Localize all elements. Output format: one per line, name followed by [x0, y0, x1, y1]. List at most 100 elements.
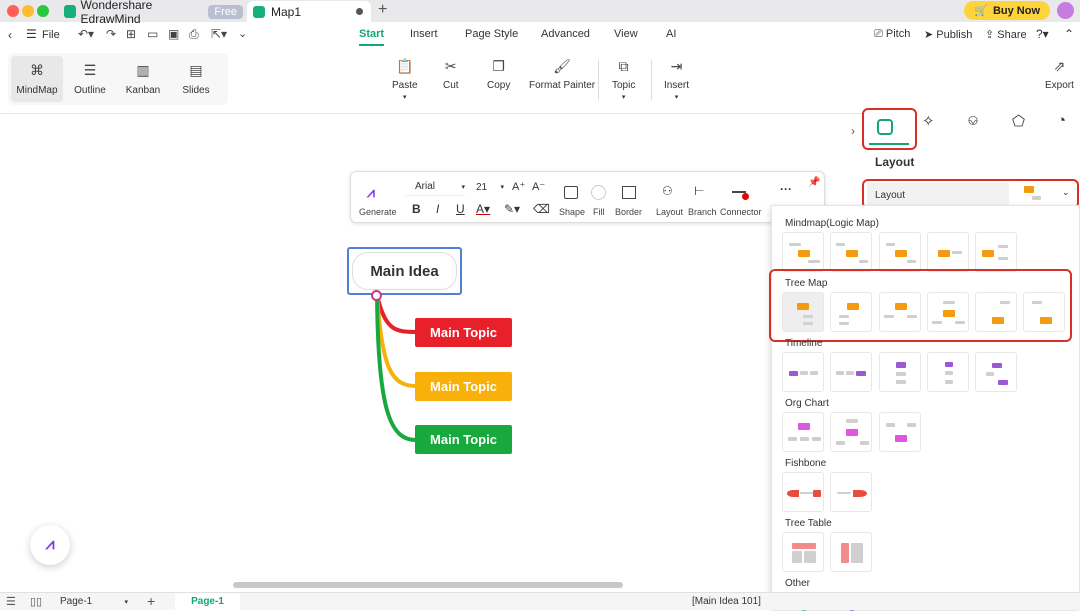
layout-thumb[interactable] — [927, 292, 969, 332]
layout-thumb[interactable] — [782, 292, 824, 332]
border-icon[interactable] — [622, 186, 636, 199]
collapse-branch-icon[interactable] — [371, 290, 382, 301]
layout-thumb[interactable] — [830, 232, 872, 272]
ai-generate-icon[interactable]: ⩘ — [367, 184, 375, 201]
main-topic-node[interactable]: Main Topic — [415, 372, 512, 401]
copy-button[interactable]: ❐ Copy — [487, 58, 510, 91]
layout-icon[interactable]: ⚇ — [662, 184, 673, 198]
decrease-font-icon[interactable]: A⁻ — [532, 180, 545, 193]
branch-label[interactable]: Branch — [688, 207, 717, 217]
insert-button[interactable]: ⇥ Insert ▾ — [664, 58, 689, 101]
increase-font-icon[interactable]: A⁺ — [512, 180, 525, 193]
kanban-view-button[interactable]: ▥ Kanban — [117, 56, 169, 102]
close-window-button[interactable] — [7, 5, 19, 17]
minimize-window-button[interactable] — [22, 5, 34, 17]
horizontal-scrollbar[interactable] — [233, 582, 623, 588]
sparkle-style-icon[interactable]: ✧ — [922, 112, 935, 130]
generate-label[interactable]: Generate — [359, 207, 397, 217]
ai-assistant-button[interactable]: ⩘ — [30, 525, 70, 565]
layout-thumb[interactable] — [782, 232, 824, 272]
page-tab[interactable]: Page-1 — [175, 593, 240, 610]
back-chevron-icon[interactable]: ‹ — [8, 28, 12, 42]
main-topic-node[interactable]: Main Topic — [415, 425, 512, 454]
redo-icon[interactable]: ↷ — [106, 27, 116, 41]
fill-icon[interactable] — [591, 185, 606, 200]
export-button[interactable]: ⇗ Export — [1045, 58, 1074, 91]
bold-icon[interactable]: B — [412, 202, 421, 216]
underline-icon[interactable]: U — [456, 202, 465, 216]
italic-icon[interactable]: I — [436, 202, 439, 216]
page-selector[interactable]: Page-1 ▾ — [54, 593, 132, 610]
shape-label[interactable]: Shape — [559, 207, 585, 217]
unsaved-dot-icon[interactable] — [356, 8, 363, 15]
tab-page-style[interactable]: Page Style — [465, 28, 518, 40]
main-topic-node[interactable]: Main Topic — [415, 318, 512, 347]
layout-thumb[interactable] — [879, 292, 921, 332]
tab-view[interactable]: View — [614, 28, 638, 40]
file-menu[interactable]: File — [42, 29, 60, 41]
layout-thumb[interactable] — [975, 232, 1017, 272]
layout-thumb[interactable] — [975, 352, 1017, 392]
layout-thumb[interactable] — [830, 532, 872, 572]
layout-thumb[interactable] — [782, 352, 824, 392]
highlight-icon[interactable]: ✎▾ — [504, 202, 520, 216]
undo-icon[interactable]: ↶▾ — [78, 27, 94, 41]
layout-thumb[interactable] — [830, 352, 872, 392]
menu-lines-icon[interactable]: ☰ — [26, 27, 37, 41]
layout-thumb[interactable] — [830, 412, 872, 452]
paste-button[interactable]: 📋 Paste ▾ — [392, 58, 418, 101]
layout-label[interactable]: Layout — [656, 207, 683, 217]
tab-start[interactable]: Start — [359, 28, 385, 46]
collapse-panel-chevron-icon[interactable]: › — [851, 124, 855, 138]
branch-icon[interactable]: ⊢ — [694, 184, 704, 198]
help-icon[interactable]: ?▾ — [1036, 27, 1049, 41]
slides-view-button[interactable]: ▤ Slides — [170, 56, 222, 102]
layout-thumb[interactable] — [830, 292, 872, 332]
format-painter-button[interactable]: 🖌 Format Painter — [529, 58, 595, 91]
layout-thumb[interactable] — [927, 352, 969, 392]
publish-button[interactable]: ➤ Publish — [924, 28, 972, 41]
tab-map1[interactable]: Map1 — [247, 1, 371, 22]
layout-dropdown[interactable]: ⌄ — [1012, 183, 1074, 205]
layout-thumb[interactable] — [927, 232, 969, 272]
add-page-plus-icon[interactable]: + — [147, 593, 155, 609]
marker-icon[interactable]: ⎉ — [967, 112, 979, 129]
avatar[interactable] — [1057, 2, 1074, 19]
new-tab-plus-icon[interactable]: + — [378, 1, 387, 19]
layout-thumb[interactable] — [782, 472, 824, 512]
badge-icon[interactable]: ⬠ — [1012, 112, 1025, 130]
collapse-ribbon-icon[interactable]: ⌃ — [1064, 27, 1074, 41]
clear-format-icon[interactable]: ⌫ — [533, 202, 550, 216]
font-family-select[interactable]: Arial ▾ — [405, 178, 465, 196]
tab-ai[interactable]: AI — [666, 28, 676, 40]
more-dropdown-icon[interactable]: ⌄ — [238, 27, 247, 40]
page-list-icon[interactable]: ☰ — [6, 595, 16, 608]
maximize-window-button[interactable] — [37, 5, 49, 17]
print-icon[interactable]: ⎙ — [189, 27, 199, 42]
layout-thumb[interactable] — [830, 472, 872, 512]
layout-thumb[interactable] — [1023, 292, 1065, 332]
border-label[interactable]: Border — [615, 207, 642, 217]
save-icon[interactable]: ▣ — [168, 27, 179, 41]
layout-thumb[interactable] — [879, 232, 921, 272]
connector-label[interactable]: Connector — [720, 207, 762, 217]
open-folder-icon[interactable]: ▭ — [147, 27, 158, 41]
font-size-select[interactable]: 21 ▾ — [470, 178, 504, 196]
export-share-icon[interactable]: ⇱▾ — [211, 27, 227, 41]
fill-label[interactable]: Fill — [593, 207, 605, 217]
layout-thumb[interactable] — [782, 412, 824, 452]
outline-view-button[interactable]: ☰ Outline — [64, 56, 116, 102]
mindmap-view-button[interactable]: ⌘ MindMap — [11, 56, 63, 102]
layout-panel-icon[interactable] — [877, 119, 893, 135]
clock-icon[interactable]: ◔ — [1057, 112, 1066, 129]
share-button[interactable]: ⇪ Share — [985, 28, 1027, 41]
buy-now-button[interactable]: 🛒 Buy Now — [964, 1, 1050, 20]
new-file-icon[interactable]: ⊞ — [126, 27, 136, 41]
font-color-icon[interactable]: A▾ — [476, 202, 490, 216]
layout-thumb[interactable] — [782, 532, 824, 572]
topic-button[interactable]: ⧉ Topic ▾ — [612, 58, 635, 101]
layout-thumb[interactable] — [879, 352, 921, 392]
shape-icon[interactable] — [564, 186, 578, 199]
main-idea-node[interactable]: Main Idea — [347, 247, 462, 295]
pitch-button[interactable]: ⎚ Pitch — [874, 28, 910, 41]
